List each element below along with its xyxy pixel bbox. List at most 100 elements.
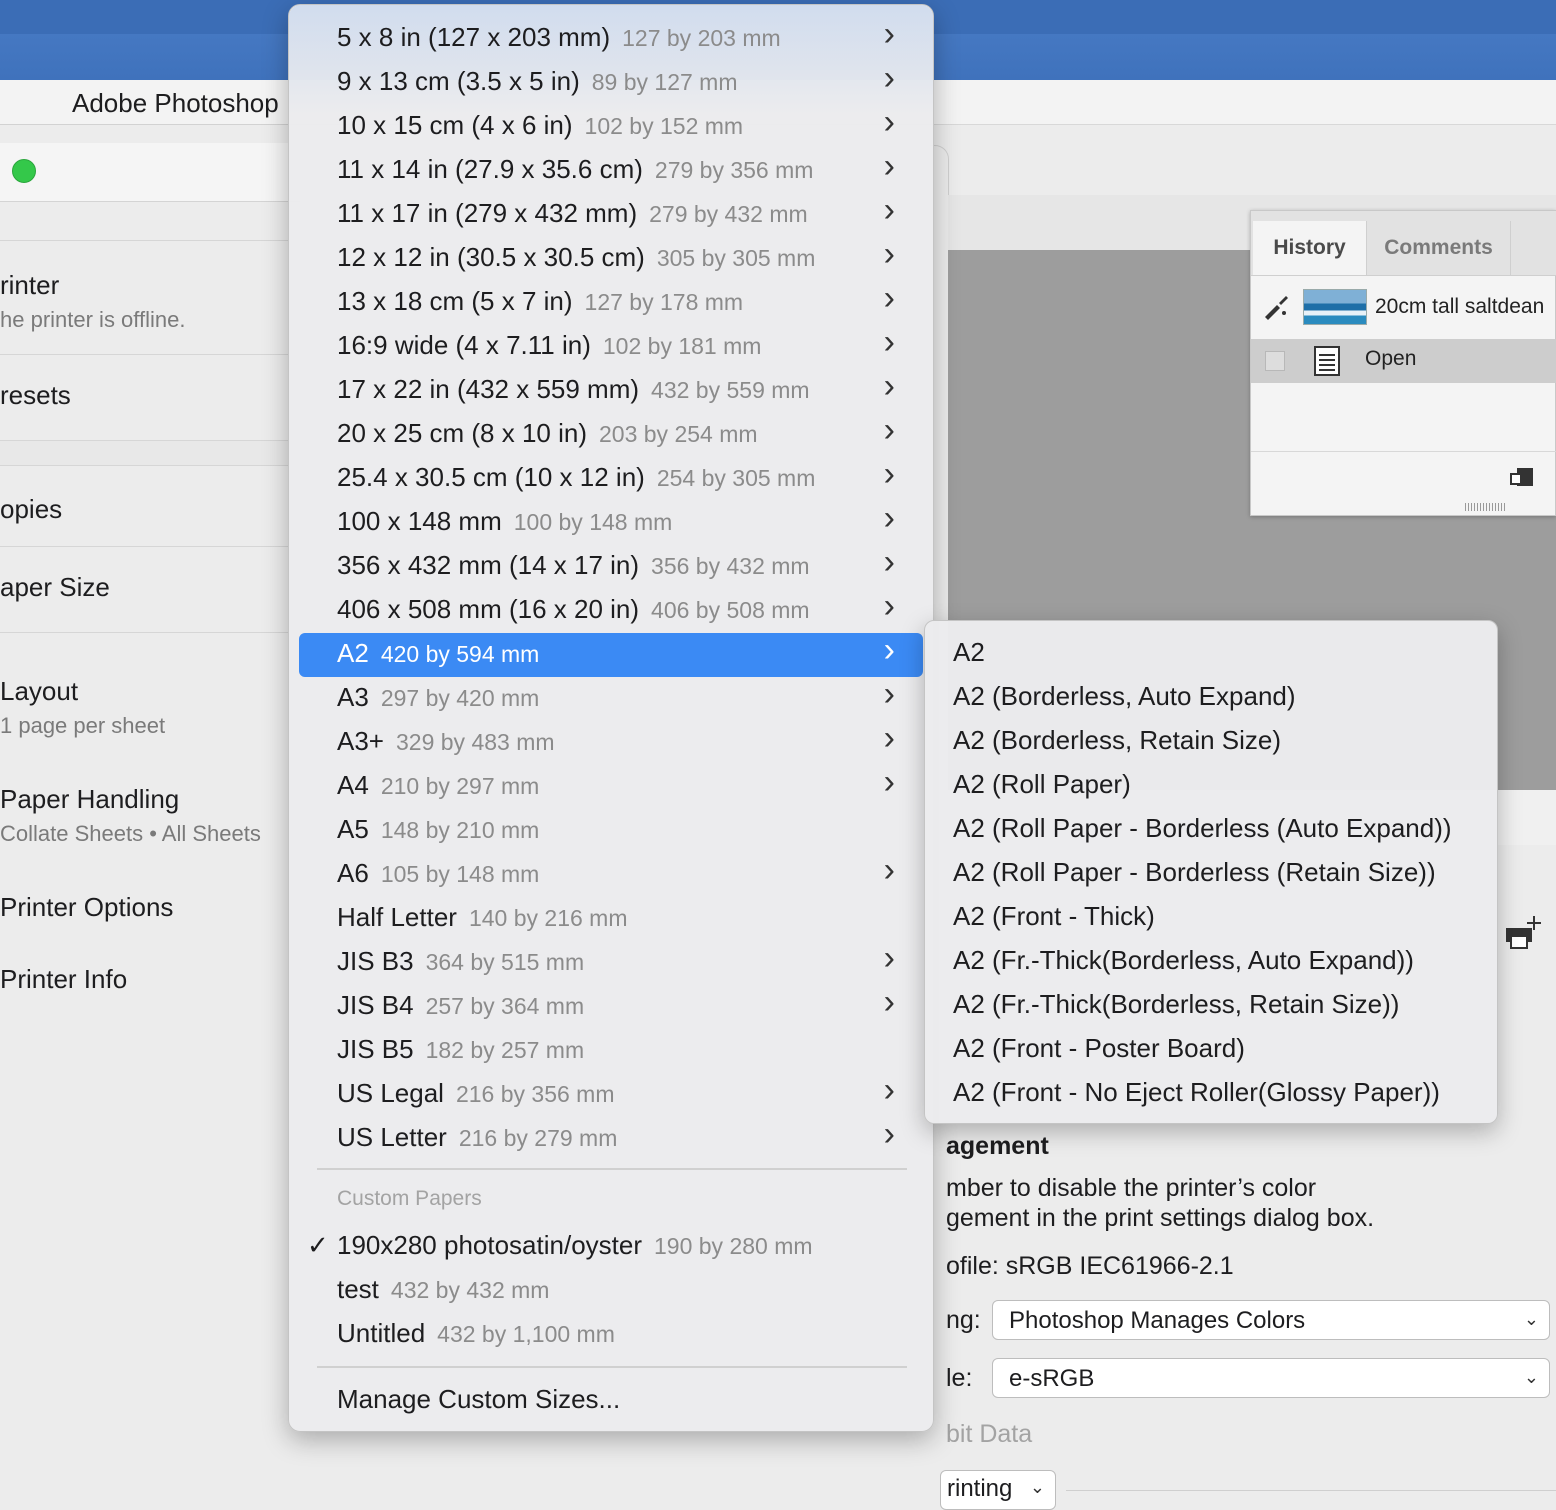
paper-size-label: JIS B3	[337, 946, 414, 976]
paper-size-item[interactable]: A3+ 329 by 483 mm ›	[299, 719, 923, 765]
paper-size-item[interactable]: A3 297 by 420 mm ›	[299, 675, 923, 721]
a2-variant-item[interactable]: A2 (Front - No Eject Roller(Glossy Paper…	[953, 1077, 1440, 1108]
paper-size-item[interactable]: 9 x 13 cm (3.5 x 5 in) 89 by 127 mm ›	[299, 59, 923, 105]
printer-profile-select[interactable]: e-sRGB ⌄	[992, 1358, 1550, 1398]
custom-paper-dimensions: 432 by 432 mm	[390, 1277, 550, 1303]
paper-size-item[interactable]: US Legal 216 by 356 mm ›	[299, 1071, 923, 1117]
paper-size-item[interactable]: A2 420 by 594 mm ›	[299, 631, 923, 677]
state-checkbox[interactable]	[1265, 351, 1285, 371]
paper-size-dimensions: 364 by 515 mm	[425, 949, 585, 975]
printer-info-section[interactable]: Printer Info	[0, 964, 300, 995]
history-state-row[interactable]: Open	[1251, 339, 1556, 383]
paper-size-item[interactable]: 406 x 508 mm (16 x 20 in) 406 by 508 mm ›	[299, 587, 923, 633]
paper-size-item[interactable]: A6 105 by 148 mm ›	[299, 851, 923, 897]
new-document-from-state-icon[interactable]	[1509, 464, 1539, 490]
a2-variant-item[interactable]: A2 (Fr.-Thick(Borderless, Auto Expand))	[953, 945, 1414, 976]
a2-variant-item[interactable]: A2 (Roll Paper - Borderless (Retain Size…	[953, 857, 1436, 888]
paper-size-item[interactable]: 16:9 wide (4 x 7.11 in) 102 by 181 mm ›	[299, 323, 923, 369]
paper-size-label: 356 x 432 mm (14 x 17 in)	[337, 550, 640, 580]
tab-history[interactable]: History	[1253, 221, 1367, 275]
app-name-menu[interactable]: Adobe Photoshop	[72, 88, 279, 119]
resize-grip[interactable]	[1465, 503, 1505, 511]
paper-size-label: aper Size	[0, 572, 110, 602]
a2-variant-item[interactable]: A2 (Front - Thick)	[953, 901, 1155, 932]
presets-section[interactable]: resets	[0, 380, 300, 411]
color-management-note-line2: gement in the print settings dialog box.	[946, 1204, 1375, 1232]
history-panel: History Comments 20cm tall saltdean Open	[1250, 210, 1556, 516]
paper-size-item[interactable]: 5 x 8 in (127 x 203 mm) 127 by 203 mm ›	[299, 15, 923, 61]
paper-size-item[interactable]: 12 x 12 in (30.5 x 30.5 cm) 305 by 305 mm…	[299, 235, 923, 281]
menu-separator	[317, 1366, 907, 1368]
printer-label: rinter	[0, 270, 60, 300]
bit-data-checkbox-label: bit Data	[946, 1420, 1033, 1448]
paper-size-label: 5 x 8 in (127 x 203 mm)	[337, 22, 611, 52]
checkmark-icon: ✓	[307, 1230, 329, 1260]
paper-size-label: 12 x 12 in (30.5 x 30.5 cm)	[337, 242, 645, 272]
paper-size-label: 16:9 wide (4 x 7.11 in)	[337, 330, 591, 360]
snapshot-label: 20cm tall saltdean	[1375, 295, 1545, 318]
a2-variant-item[interactable]: A2 (Borderless, Retain Size)	[953, 725, 1281, 756]
open-document-icon	[1313, 345, 1343, 377]
layout-section[interactable]: Layout 1 page per sheet	[0, 676, 300, 739]
tab-comments[interactable]: Comments	[1367, 221, 1511, 275]
custom-paper-item[interactable]: Untitled 432 by 1,100 mm	[299, 1313, 923, 1357]
paper-handling-section[interactable]: Paper Handling Collate Sheets • All Shee…	[0, 784, 300, 847]
paper-size-item[interactable]: US Letter 216 by 279 mm ›	[299, 1115, 923, 1161]
paper-size-item[interactable]: 11 x 14 in (27.9 x 35.6 cm) 279 by 356 mm…	[299, 147, 923, 193]
paper-size-item[interactable]: 11 x 17 in (279 x 432 mm) 279 by 432 mm ›	[299, 191, 923, 237]
paper-size-item[interactable]: JIS B3 364 by 515 mm ›	[299, 939, 923, 985]
divider	[1066, 1490, 1556, 1491]
custom-paper-item[interactable]: ✓ 190x280 photosatin/oyster 190 by 280 mm	[299, 1225, 923, 1269]
manage-custom-sizes-item[interactable]: Manage Custom Sizes...	[299, 1379, 923, 1423]
chevron-right-icon: ›	[883, 235, 895, 273]
paper-size-item[interactable]: A5 148 by 210 mm	[299, 809, 923, 853]
paper-size-label: Half Letter	[337, 902, 457, 932]
custom-paper-dimensions: 190 by 280 mm	[654, 1233, 813, 1259]
paper-size-label: A5	[337, 814, 369, 844]
printing-select[interactable]: rinting ⌄	[940, 1470, 1056, 1510]
history-brush-icon[interactable]	[1261, 293, 1291, 323]
paper-size-item[interactable]: 100 x 148 mm 100 by 148 mm ›	[299, 499, 923, 545]
paper-size-dimensions: 203 by 254 mm	[599, 421, 758, 447]
paper-size-menu: 5 x 8 in (127 x 203 mm) 127 by 203 mm › 9 x…	[288, 4, 934, 1432]
a2-variant-item[interactable]: A2 (Front - Poster Board)	[953, 1033, 1245, 1064]
printer-section[interactable]: rinter he printer is offline.	[0, 270, 300, 333]
custom-paper-item[interactable]: test 432 by 432 mm	[299, 1269, 923, 1313]
a2-variant-item[interactable]: A2	[953, 637, 985, 668]
paper-size-label: 11 x 14 in (27.9 x 35.6 cm)	[337, 154, 643, 184]
paper-size-name: 100 x 148 mm 100 by 148 mm	[337, 506, 672, 537]
printing-select-value: rinting	[947, 1475, 1013, 1502]
state-label: Open	[1365, 347, 1417, 370]
add-printer-icon[interactable]	[1504, 914, 1544, 952]
paper-size-item[interactable]: 10 x 15 cm (4 x 6 in) 102 by 152 mm ›	[299, 103, 923, 149]
a2-variant-item[interactable]: A2 (Roll Paper)	[953, 769, 1131, 800]
document-profile: ofile: sRGB IEC61966-2.1	[946, 1252, 1234, 1280]
divider	[0, 240, 300, 241]
custom-papers-header: Custom Papers	[337, 1187, 482, 1210]
color-handling-select[interactable]: Photoshop Manages Colors ⌄	[992, 1300, 1550, 1340]
a2-variant-item[interactable]: A2 (Fr.-Thick(Borderless, Retain Size))	[953, 989, 1399, 1020]
paper-size-item[interactable]: 17 x 22 in (432 x 559 mm) 432 by 559 mm ›	[299, 367, 923, 413]
paper-size-name: A2 420 by 594 mm	[337, 638, 539, 669]
paper-size-section[interactable]: aper Size	[0, 572, 300, 603]
paper-size-item[interactable]: 20 x 25 cm (8 x 10 in) 203 by 254 mm ›	[299, 411, 923, 457]
copies-section[interactable]: opies	[0, 494, 300, 525]
history-snapshot-row[interactable]: 20cm tall saltdean	[1251, 283, 1556, 335]
paper-size-item[interactable]: JIS B4 257 by 364 mm ›	[299, 983, 923, 1029]
paper-size-name: 10 x 15 cm (4 x 6 in) 102 by 152 mm	[337, 110, 743, 141]
paper-size-item[interactable]: JIS B5 182 by 257 mm	[299, 1029, 923, 1073]
paper-size-dimensions: 105 by 148 mm	[380, 861, 540, 887]
paper-size-dimensions: 148 by 210 mm	[380, 817, 540, 843]
zoom-window-button[interactable]	[12, 159, 36, 183]
printer-options-label: Printer Options	[0, 892, 174, 922]
paper-size-item[interactable]: 13 x 18 cm (5 x 7 in) 127 by 178 mm ›	[299, 279, 923, 325]
paper-size-item[interactable]: A4 210 by 297 mm ›	[299, 763, 923, 809]
paper-size-item[interactable]: 25.4 x 30.5 cm (10 x 12 in) 254 by 305 mm…	[299, 455, 923, 501]
chevron-right-icon: ›	[883, 763, 895, 801]
paper-size-item[interactable]: Half Letter 140 by 216 mm	[299, 897, 923, 941]
a2-variant-item[interactable]: A2 (Borderless, Auto Expand)	[953, 681, 1296, 712]
printer-options-section[interactable]: Printer Options	[0, 892, 300, 923]
paper-size-item[interactable]: 356 x 432 mm (14 x 17 in) 356 by 432 mm ›	[299, 543, 923, 589]
a2-variant-item[interactable]: A2 (Roll Paper - Borderless (Auto Expand…	[953, 813, 1452, 844]
paper-size-label: US Legal	[337, 1078, 444, 1108]
